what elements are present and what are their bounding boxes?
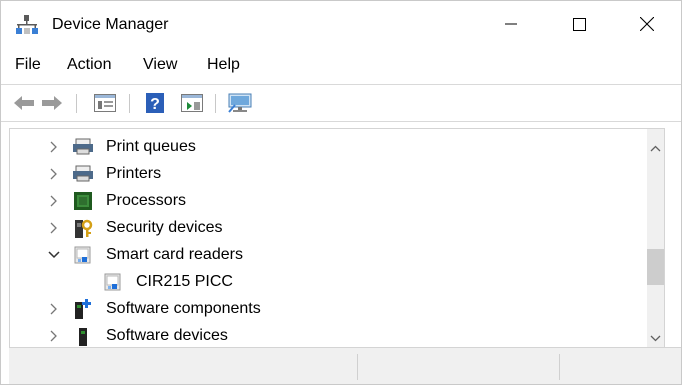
status-pane-divider	[559, 354, 560, 380]
close-button[interactable]	[613, 1, 681, 47]
expand-chevron-icon[interactable]	[46, 139, 62, 155]
minimize-button[interactable]	[477, 1, 545, 47]
collapse-chevron-icon[interactable]	[46, 247, 62, 263]
tree-item-processors[interactable]: Processors	[10, 187, 646, 214]
forward-button[interactable]	[40, 91, 64, 115]
smart-card-reader-icon	[102, 271, 124, 293]
menu-action[interactable]: Action	[67, 56, 111, 74]
tree-item-cir215-picc[interactable]: CIR215 PICC	[10, 268, 646, 295]
tree-item-label: Print queues	[106, 137, 196, 155]
help-button[interactable]: ?	[143, 91, 167, 115]
menu-bar: File Action View Help	[1, 47, 681, 83]
back-button[interactable]	[12, 91, 36, 115]
toolbar-separator	[1, 121, 681, 122]
vertical-scrollbar[interactable]	[647, 129, 664, 348]
expand-chevron-icon[interactable]	[46, 328, 62, 344]
update-driver-button[interactable]	[179, 91, 205, 115]
scan-hardware-icon	[228, 93, 252, 113]
menu-view[interactable]: View	[143, 56, 177, 74]
scroll-down-icon[interactable]	[650, 329, 661, 347]
close-icon	[640, 17, 654, 31]
properties-button[interactable]	[92, 91, 118, 115]
tree-item-software-devices[interactable]: Software devices	[10, 322, 646, 348]
scroll-up-icon[interactable]	[650, 139, 661, 157]
update-driver-icon	[181, 94, 203, 112]
window-title: Device Manager	[52, 16, 169, 33]
tree-item-label: Software devices	[106, 326, 228, 344]
toolbar: ?	[1, 85, 681, 121]
device-manager-app-icon	[16, 15, 38, 35]
forward-arrow-icon	[42, 96, 62, 110]
software-component-icon	[72, 298, 94, 320]
menu-file[interactable]: File	[15, 56, 41, 74]
chip-icon	[72, 190, 94, 212]
printer-icon	[72, 163, 94, 185]
tree-item-label: Printers	[106, 164, 162, 182]
tree-item-label: Processors	[106, 191, 187, 209]
tree-item-printers[interactable]: Printers	[10, 160, 646, 187]
security-key-icon	[72, 217, 94, 239]
back-arrow-icon	[14, 96, 34, 110]
help-icon: ?	[146, 93, 164, 113]
maximize-button[interactable]	[545, 1, 613, 47]
tree-item-print-queues[interactable]: Print queues	[10, 133, 646, 160]
expand-chevron-icon[interactable]	[46, 166, 62, 182]
status-pane-divider	[357, 354, 358, 380]
minimize-icon	[505, 23, 517, 25]
menu-help[interactable]: Help	[207, 56, 240, 74]
scan-hardware-button[interactable]	[225, 91, 255, 115]
status-bar	[9, 347, 681, 384]
device-tree[interactable]: Print queues Printers Processors Securit…	[9, 128, 665, 348]
toolbar-divider	[215, 94, 216, 113]
printer-icon	[72, 136, 94, 158]
tree-item-label: CIR215 PICC	[136, 272, 233, 290]
maximize-icon	[572, 17, 586, 31]
device-manager-window: Device Manager File Action View Help ? P…	[0, 0, 682, 385]
toolbar-divider	[76, 94, 77, 113]
tree-item-software-components[interactable]: Software components	[10, 295, 646, 322]
software-device-icon	[72, 325, 94, 347]
tree-item-label: Software components	[106, 299, 261, 317]
expand-chevron-icon[interactable]	[46, 193, 62, 209]
scrollbar-thumb[interactable]	[647, 249, 664, 285]
expand-chevron-icon[interactable]	[46, 220, 62, 236]
svg-text:?: ?	[150, 96, 160, 113]
tree-item-security-devices[interactable]: Security devices	[10, 214, 646, 241]
title-bar[interactable]: Device Manager	[1, 1, 681, 47]
tree-item-smart-card-readers[interactable]: Smart card readers	[10, 241, 646, 268]
expand-chevron-icon[interactable]	[46, 301, 62, 317]
properties-icon	[94, 94, 116, 112]
tree-item-label: Smart card readers	[106, 245, 243, 263]
toolbar-divider	[129, 94, 130, 113]
tree-item-label: Security devices	[106, 218, 223, 236]
smart-card-reader-icon	[72, 244, 94, 266]
